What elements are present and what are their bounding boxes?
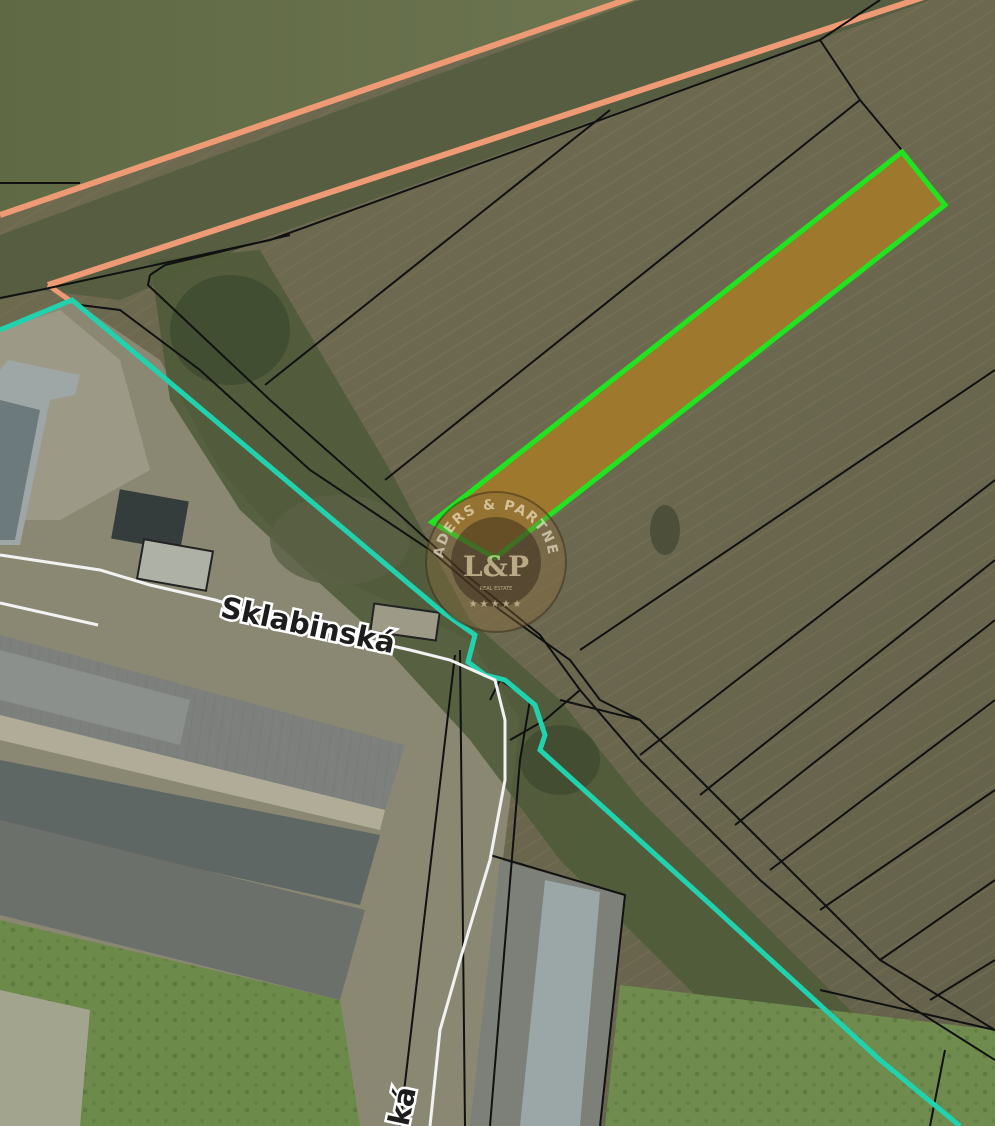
tree-cluster <box>270 495 410 585</box>
tree-cluster <box>520 725 600 795</box>
watermark-monogram: L&P <box>463 550 529 583</box>
parking <box>0 990 90 1126</box>
map-canvas[interactable]: Sklabinská ká LEADERS & PARTNERS L&P REA… <box>0 0 995 1126</box>
watermark-stars: ★★★★★ <box>469 599 524 610</box>
field-shrub <box>650 505 680 555</box>
watermark-subtext: REAL ESTATE <box>480 586 513 592</box>
tree-cluster <box>170 275 290 385</box>
cadastral-map[interactable]: Sklabinská ká LEADERS & PARTNERS L&P REA… <box>0 0 995 1126</box>
street-label-side: ká <box>382 1083 423 1126</box>
